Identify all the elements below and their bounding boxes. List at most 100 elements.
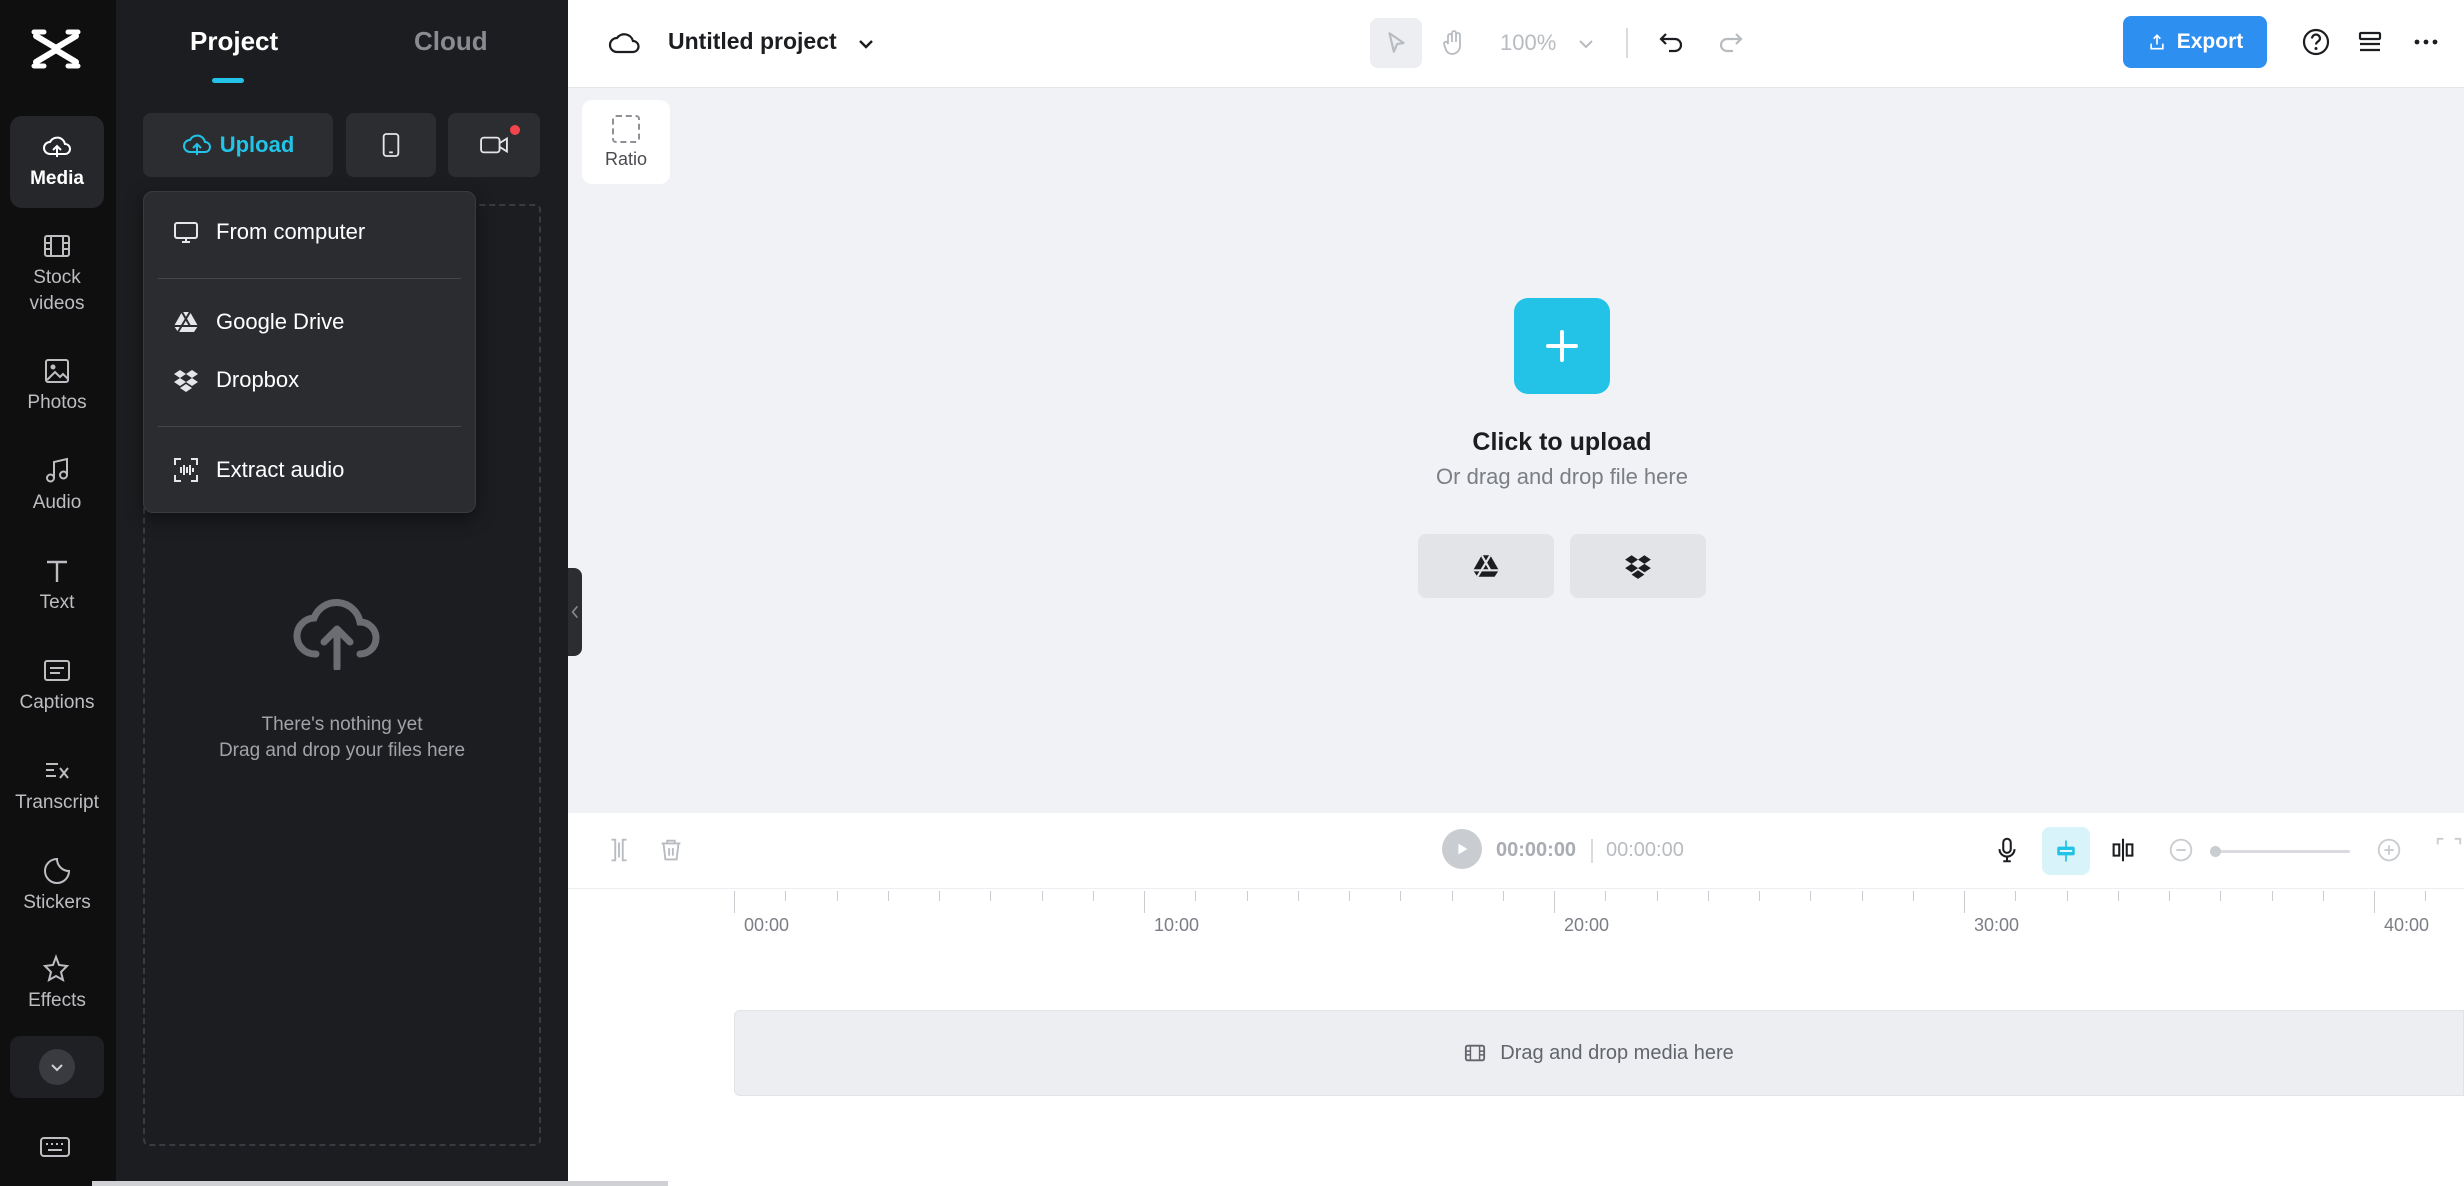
ruler-tick	[1656, 891, 1658, 901]
cloud-upload-icon	[182, 134, 211, 155]
ruler-label: 20:00	[1564, 915, 1610, 935]
google-drive-upload-button[interactable]	[1418, 534, 1554, 598]
project-menu-chevron-icon[interactable]	[850, 28, 882, 60]
zoom-level[interactable]: 100%	[1500, 30, 1556, 56]
ruler-tick	[1759, 891, 1760, 901]
cloud-sync-icon[interactable]	[608, 28, 640, 60]
sidebar-item-captions[interactable]: Captions	[10, 650, 104, 722]
film-icon	[1465, 1044, 1486, 1062]
google-drive-icon	[1473, 554, 1499, 578]
horizontal-scrollbar[interactable]	[92, 1181, 668, 1186]
redo-button[interactable]	[1714, 26, 1746, 58]
empty-state-line2: Drag and drop your files here	[218, 740, 466, 761]
ruler-tick	[2425, 891, 2427, 901]
media-panel: Project Cloud Upload There's nothing yet…	[116, 0, 568, 1186]
timeline-zoom-handle[interactable]	[2210, 846, 2221, 857]
menu-item-label: Dropbox	[216, 367, 300, 392]
ruler-tick	[1810, 891, 1812, 901]
ruler-tick	[734, 891, 735, 913]
ruler-tick	[1912, 891, 1914, 901]
upload-from-phone-button[interactable]	[346, 113, 436, 177]
ruler-tick	[2271, 891, 2273, 901]
help-icon	[2302, 28, 2330, 56]
select-tool-button[interactable]	[1370, 18, 1422, 68]
chevron-down-icon	[51, 1064, 63, 1072]
current-time: 00:00:00	[1496, 839, 1577, 861]
ruler-tick	[1964, 891, 1965, 913]
ruler-tick	[1451, 891, 1453, 901]
zoom-chevron-icon[interactable]	[1570, 28, 1602, 60]
upload-button[interactable]: Upload	[143, 113, 333, 177]
fit-timeline-button[interactable]	[2434, 835, 2464, 867]
ruler-tick	[1041, 891, 1043, 901]
ruler-tick	[1297, 891, 1299, 901]
ruler-label: 30:00	[1974, 915, 2020, 935]
extract-audio-icon	[174, 458, 198, 482]
empty-state-line1: There's nothing yet	[261, 714, 423, 735]
delete-button[interactable]	[656, 835, 688, 867]
menu-item-extract-audio[interactable]: Extract audio	[144, 444, 475, 496]
click-to-upload-button[interactable]	[1514, 298, 1610, 394]
menu-item-google-drive[interactable]: Google Drive	[144, 296, 475, 348]
panel-collapse-handle[interactable]	[568, 568, 582, 656]
phone-icon	[382, 133, 400, 157]
sidebar-item-audio[interactable]: Audio	[10, 450, 104, 522]
link-clips-button[interactable]	[2108, 835, 2140, 867]
export-icon	[2150, 34, 2164, 50]
timeline-ruler[interactable]: 00:00 10:00 20:00 30:00 40:00	[734, 891, 2464, 941]
sidebar-item-transcript[interactable]: Transcript	[10, 750, 104, 822]
ratio-icon	[612, 114, 640, 143]
dropbox-upload-button[interactable]	[1570, 534, 1706, 598]
music-note-icon	[46, 457, 68, 483]
sidebar-item-media[interactable]: Media	[10, 116, 104, 208]
menu-item-label: Extract audio	[216, 457, 345, 482]
menu-item-label: From computer	[216, 219, 366, 244]
ruler-tick	[1554, 891, 1555, 913]
record-voice-button[interactable]	[1992, 835, 2024, 867]
play-button[interactable]	[1442, 829, 1482, 869]
more-horizontal-icon	[2414, 39, 2438, 45]
undo-button[interactable]	[1656, 26, 1688, 58]
record-button[interactable]	[448, 113, 540, 177]
sidebar-item-text[interactable]: Text	[10, 550, 104, 622]
sparkle-icon	[42, 954, 70, 983]
menu-item-dropbox[interactable]: Dropbox	[144, 354, 475, 406]
hand-tool-button[interactable]	[1438, 26, 1470, 58]
sidebar-more-button[interactable]	[10, 1036, 104, 1098]
keyboard-shortcuts-button[interactable]	[38, 1134, 74, 1160]
layers-button[interactable]	[2354, 26, 2386, 58]
menu-item-from-computer[interactable]: From computer	[144, 206, 475, 258]
timeline-drop-track[interactable]: Drag and drop media here	[734, 1010, 2464, 1096]
project-name[interactable]: Untitled project	[668, 28, 837, 55]
tab-cloud[interactable]: Cloud	[414, 26, 488, 57]
keyboard-icon	[40, 1137, 70, 1157]
image-icon	[45, 359, 69, 383]
zoom-out-button[interactable]	[2166, 835, 2198, 867]
notification-dot	[510, 125, 520, 135]
active-tab-indicator	[212, 78, 244, 83]
sidebar-item-stickers[interactable]: Stickers	[10, 850, 104, 922]
more-options-button[interactable]	[2410, 26, 2442, 58]
upload-title: Click to upload	[1472, 428, 1652, 456]
ruler-label: 10:00	[1154, 915, 1200, 935]
help-button[interactable]	[2300, 26, 2332, 58]
sidebar-item-stock-videos[interactable]: Stock videos	[10, 226, 104, 322]
tab-project[interactable]: Project	[190, 26, 278, 57]
ruler-tick	[1861, 891, 1863, 901]
fullscreen-icon	[2436, 837, 2462, 845]
capcut-logo[interactable]	[30, 26, 82, 72]
split-button[interactable]	[604, 835, 636, 867]
ruler-tick	[1246, 891, 1248, 901]
export-button[interactable]: Export	[2123, 16, 2267, 68]
auto-snap-button[interactable]	[2042, 827, 2090, 875]
ratio-button[interactable]: Ratio	[582, 100, 670, 184]
sidebar-item-photos[interactable]: Photos	[10, 350, 104, 422]
ruler-label: 40:00	[2384, 915, 2430, 935]
timeline-zoom-slider[interactable]	[2214, 850, 2350, 853]
ruler-tick	[836, 891, 838, 901]
sidebar-item-effects[interactable]: Effects	[10, 948, 104, 1020]
trash-icon	[661, 839, 681, 861]
zoom-in-button[interactable]	[2374, 835, 2406, 867]
upload-button-label: Upload	[219, 132, 295, 157]
camera-icon	[480, 136, 508, 154]
